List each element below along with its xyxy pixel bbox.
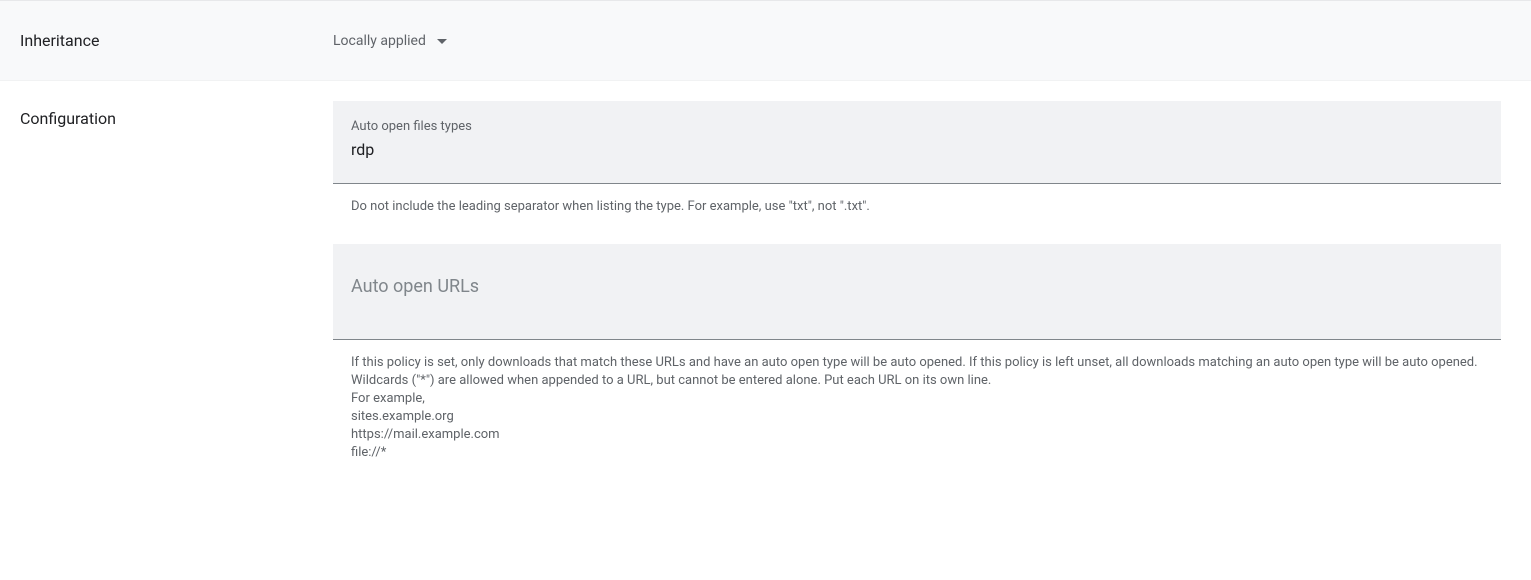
- configuration-section: Configuration Auto open files types rdp …: [0, 81, 1531, 493]
- auto-open-file-types-label: Auto open files types: [351, 119, 1483, 134]
- auto-open-urls-field[interactable]: Auto open URLs: [333, 244, 1501, 340]
- configuration-label: Configuration: [0, 81, 333, 158]
- auto-open-file-types-field[interactable]: Auto open files types rdp: [333, 101, 1501, 184]
- inheritance-label: Inheritance: [0, 1, 333, 80]
- auto-open-urls-helper: If this policy is set, only downloads th…: [333, 340, 1501, 463]
- auto-open-urls-placeholder: Auto open URLs: [351, 276, 1483, 297]
- inheritance-dropdown[interactable]: Locally applied: [333, 31, 448, 49]
- auto-open-file-types-value: rdp: [351, 140, 1483, 159]
- inheritance-section: Inheritance Locally applied: [0, 0, 1531, 81]
- auto-open-file-types-helper: Do not include the leading separator whe…: [333, 184, 1501, 216]
- dropdown-caret-icon: [436, 38, 448, 45]
- inheritance-value: Locally applied: [333, 33, 426, 49]
